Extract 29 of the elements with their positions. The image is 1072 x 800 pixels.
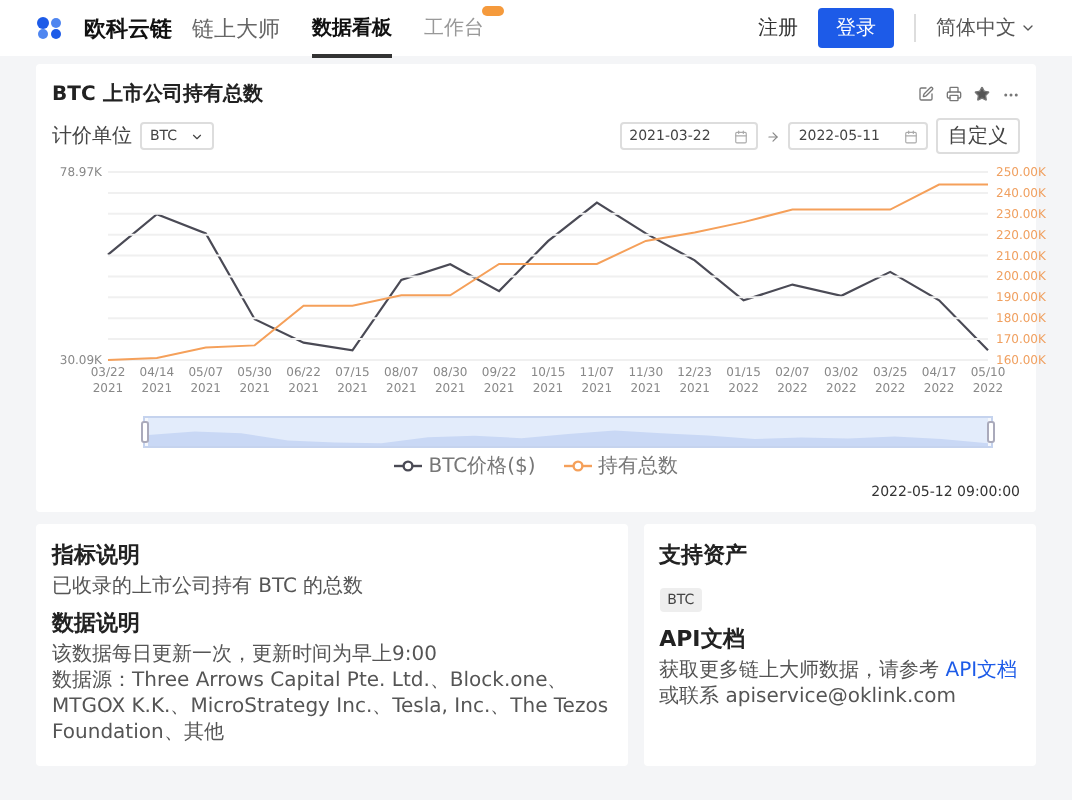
star-icon[interactable]: [974, 86, 990, 102]
legend-label[interactable]: BTC价格($): [428, 452, 536, 480]
calendar-icon: [904, 129, 918, 143]
print-icon[interactable]: [946, 86, 962, 102]
section-heading: 数据说明: [52, 608, 142, 638]
register-link[interactable]: 注册: [758, 14, 798, 42]
brand-name: 欧科云链: [84, 13, 172, 43]
description-text: 已收录的上市公司持有 BTC 的总数: [52, 574, 366, 600]
calendar-icon: [734, 129, 749, 143]
api-docs-link[interactable]: API文档: [945, 660, 1018, 682]
api-description: 获取更多链上大师数据，请参考 API文档 或联系 apiservice@oklink.com: [659, 658, 1020, 710]
language-select[interactable]: 简体中文: [914, 14, 1036, 42]
logo-icon: [36, 16, 64, 40]
section-heading: 指标说明: [52, 540, 142, 570]
panel-title: BTC 上市公司持有总数: [52, 80, 263, 108]
section-heading: 支持资产: [659, 540, 750, 570]
login-button[interactable]: 登录: [818, 8, 894, 48]
arrow-icon: [766, 129, 781, 143]
nav-tab[interactable]: 数据看板: [312, 0, 392, 57]
description-text: 该数据每日更新一次，更新时间为早上9:00: [52, 642, 439, 668]
custom-button[interactable]: 自定义: [936, 118, 1020, 154]
unit-label: 计价单位: [52, 123, 132, 150]
section-heading: API文档: [659, 624, 747, 654]
caret-icon: [1020, 20, 1036, 36]
caret-icon: [189, 129, 204, 143]
legend-label[interactable]: 持有总数: [597, 452, 678, 480]
description-text: 数据源：Three Arrows Capital Pte. Ltd.、Block.one、MTGOX K.K.、MicroStrategy Inc.、Tesla, Inc.、The Tezos Foundation、其他: [52, 668, 611, 746]
edit-icon[interactable]: [918, 86, 934, 102]
product-name: 链上大师: [192, 13, 280, 43]
